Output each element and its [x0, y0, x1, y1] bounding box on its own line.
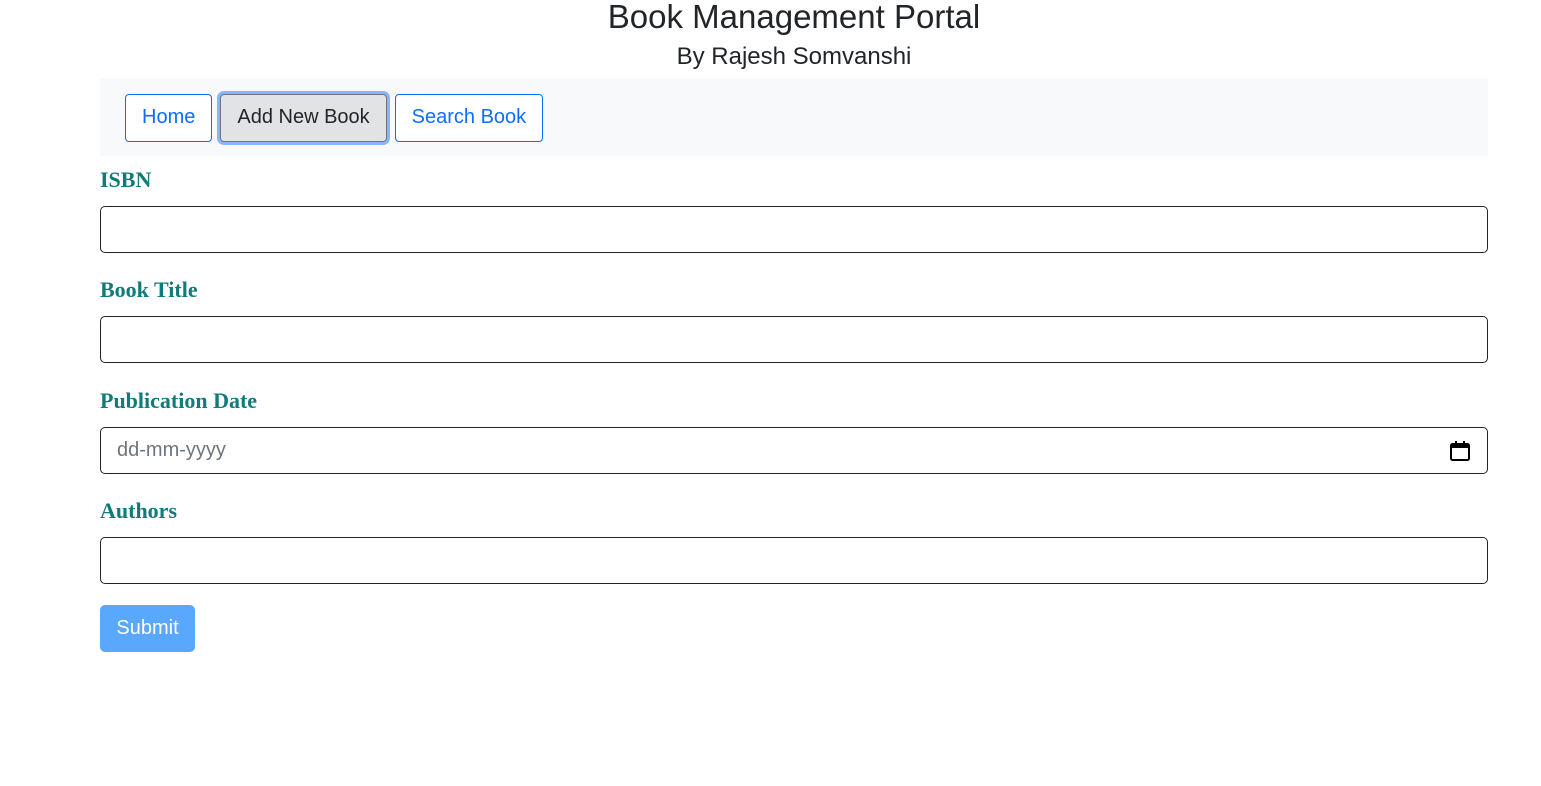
nav-search-book-button[interactable]: Search Book — [394, 93, 544, 142]
submit-button[interactable]: Submit — [100, 605, 195, 652]
book-title-label: Book Title — [100, 277, 198, 302]
publication-date-label: Publication Date — [100, 388, 258, 413]
isbn-label: ISBN — [100, 167, 152, 192]
book-title-input[interactable] — [100, 316, 1488, 363]
authors-label: Authors — [100, 498, 178, 523]
page-title: Book Management Portal — [607, 0, 981, 35]
nav-add-new-book-button[interactable]: Add New Book — [220, 93, 387, 142]
page-header: Book Management Portal By Rajesh Somvans… — [100, 0, 1488, 71]
publication-date-input[interactable]: dd-mm-yyyy — [100, 427, 1488, 474]
calendar-icon[interactable] — [1449, 440, 1471, 462]
navbar: Home Add New Book Search Book — [100, 79, 1488, 156]
page-subtitle: By Rajesh Somvanshi — [676, 43, 912, 70]
authors-input[interactable] — [100, 537, 1488, 584]
page-container: Book Management Portal By Rajesh Somvans… — [100, 0, 1488, 652]
publication-date-placeholder: dd-mm-yyyy — [117, 439, 226, 461]
nav-home-button[interactable]: Home — [125, 93, 213, 142]
isbn-input[interactable] — [100, 206, 1488, 253]
